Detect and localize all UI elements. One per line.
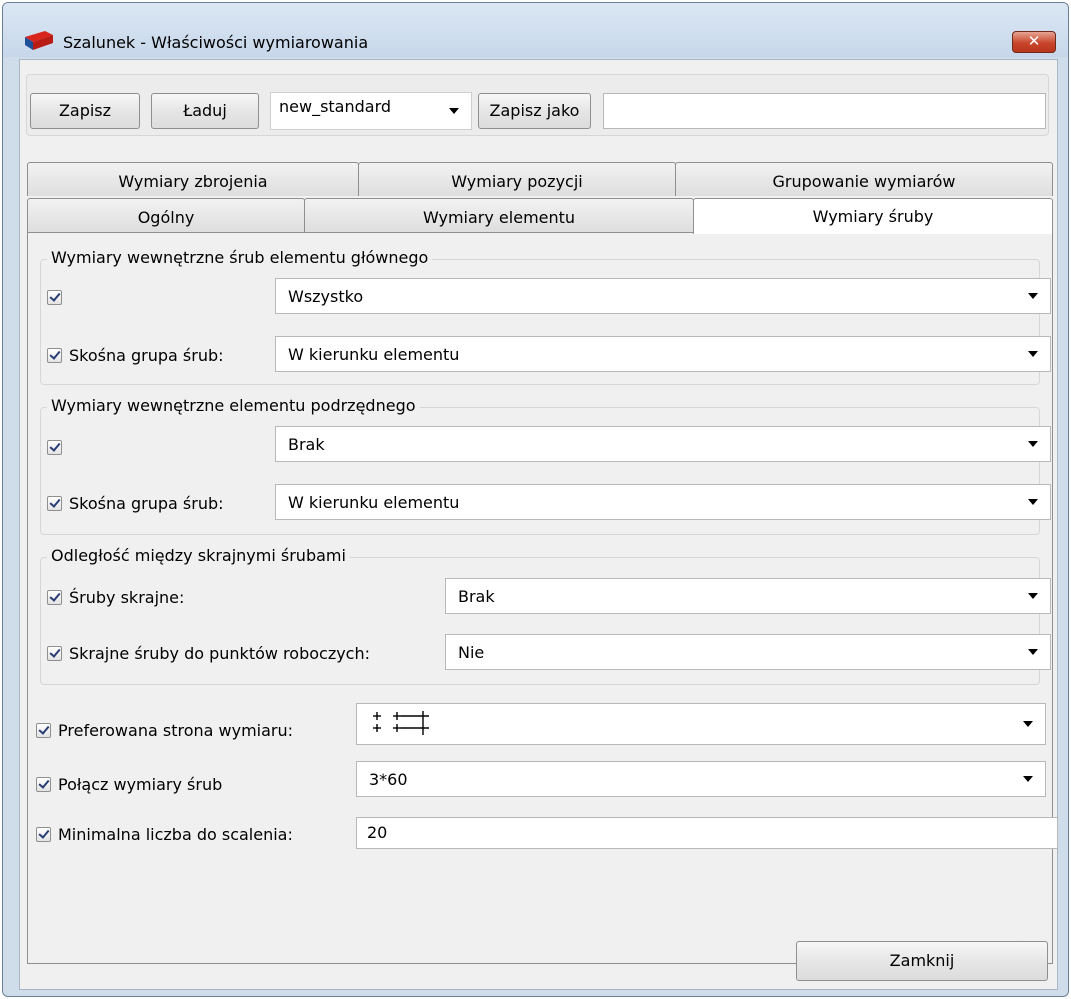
tab-element-dimensions[interactable]: Wymiary elementu — [304, 198, 694, 232]
tab-rebar-dimensions[interactable]: Wymiary zbrojenia — [27, 162, 359, 196]
min-merge-label: Minimalna liczba do scalenia: — [58, 825, 293, 844]
edge-bolts-workpoints-checkbox[interactable] — [47, 646, 62, 661]
edge-bolts-select[interactable]: Brak — [445, 578, 1051, 614]
skew-group-label: Skośna grupa śrub: — [69, 346, 224, 365]
dialog-client-area: Zapisz Ładuj new_standard Zapisz jako Wy… — [19, 59, 1058, 990]
tab-position-dimensions[interactable]: Wymiary pozycji — [358, 162, 676, 196]
chevron-down-icon — [1028, 351, 1038, 357]
chevron-down-icon — [449, 108, 459, 114]
save-as-button[interactable]: Zapisz jako — [478, 93, 591, 129]
tab-dimension-grouping[interactable]: Grupowanie wymiarów — [675, 162, 1053, 196]
close-button[interactable]: Zamknij — [796, 941, 1048, 981]
main-inner-skew-select[interactable]: W kierunku elementu — [275, 336, 1051, 372]
window-title: Szalunek - Właściwości wymiarowania — [63, 33, 369, 52]
tab-general[interactable]: Ogólny — [27, 198, 305, 232]
dialog-window: Szalunek - Właściwości wymiarowania ✕ Za… — [2, 2, 1069, 997]
secondary-part-inner-group: Wymiary wewnętrzne elementu podrzędnego … — [40, 396, 1051, 535]
title-bar[interactable]: Szalunek - Właściwości wymiarowania ✕ — [3, 3, 1068, 57]
edge-bolts-workpoints-select[interactable]: Nie — [445, 634, 1051, 670]
save-button[interactable]: Zapisz — [30, 93, 140, 129]
edge-bolts-label: Śruby skrajne: — [69, 588, 185, 607]
preferred-side-select[interactable] — [356, 703, 1046, 745]
chevron-down-icon — [1023, 721, 1033, 727]
preset-select[interactable]: new_standard — [270, 92, 472, 130]
main-inner-checkbox[interactable] — [47, 290, 62, 305]
preset-toolbar: Zapisz Ładuj new_standard Zapisz jako — [26, 74, 1049, 136]
sub-inner-skew-checkbox[interactable] — [47, 496, 62, 511]
tab-row-bottom: Ogólny Wymiary elementu Wymiary śruby — [27, 198, 1053, 234]
skew-group-label: Skośna grupa śrub: — [69, 494, 224, 513]
app-icon — [25, 31, 53, 50]
group-title: Wymiary wewnętrzne śrub elementu główneg… — [47, 248, 433, 267]
preset-select-value: new_standard — [279, 97, 392, 116]
tab-bolt-dimensions[interactable]: Wymiary śruby — [693, 198, 1053, 234]
chevron-down-icon — [1028, 649, 1038, 655]
edge-bolts-checkbox[interactable] — [47, 590, 62, 605]
edge-bolts-group: Odległość między skrajnymi śrubami Śruby… — [40, 546, 1051, 685]
combine-dims-label: Połącz wymiary śrub — [58, 775, 223, 794]
sub-inner-checkbox[interactable] — [47, 440, 62, 455]
window-close-button[interactable]: ✕ — [1012, 31, 1056, 53]
tab-row-top: Wymiary zbrojenia Wymiary pozycji Grupow… — [27, 162, 1053, 196]
min-merge-checkbox[interactable] — [36, 827, 51, 842]
load-button[interactable]: Ładuj — [151, 93, 259, 129]
preferred-side-checkbox[interactable] — [36, 723, 51, 738]
combine-dims-checkbox[interactable] — [36, 777, 51, 792]
min-merge-input[interactable]: 20 — [356, 817, 1058, 849]
chevron-down-icon — [1028, 499, 1038, 505]
group-title: Odległość między skrajnymi śrubami — [47, 546, 350, 565]
sub-inner-select[interactable]: Brak — [275, 426, 1051, 462]
main-inner-select[interactable]: Wszystko — [275, 278, 1051, 314]
edge-bolts-workpoints-label: Skrajne śruby do punktów roboczych: — [69, 644, 371, 663]
main-inner-skew-checkbox[interactable] — [47, 348, 62, 363]
group-title: Wymiary wewnętrzne elementu podrzędnego — [47, 396, 420, 415]
sub-inner-skew-select[interactable]: W kierunku elementu — [275, 484, 1051, 520]
chevron-down-icon — [1028, 593, 1038, 599]
chevron-down-icon — [1023, 776, 1033, 782]
combine-dims-select[interactable]: 3*60 — [356, 761, 1046, 797]
preferred-side-label: Preferowana strona wymiaru: — [58, 721, 294, 740]
chevron-down-icon — [1028, 293, 1038, 299]
chevron-down-icon — [1028, 441, 1038, 447]
bolt-dimensions-page: Wymiary wewnętrzne śrub elementu główneg… — [27, 232, 1058, 964]
bolt-dimension-side-icon — [373, 711, 429, 735]
main-part-inner-group: Wymiary wewnętrzne śrub elementu główneg… — [40, 248, 1051, 385]
save-as-name-input[interactable] — [603, 93, 1046, 129]
